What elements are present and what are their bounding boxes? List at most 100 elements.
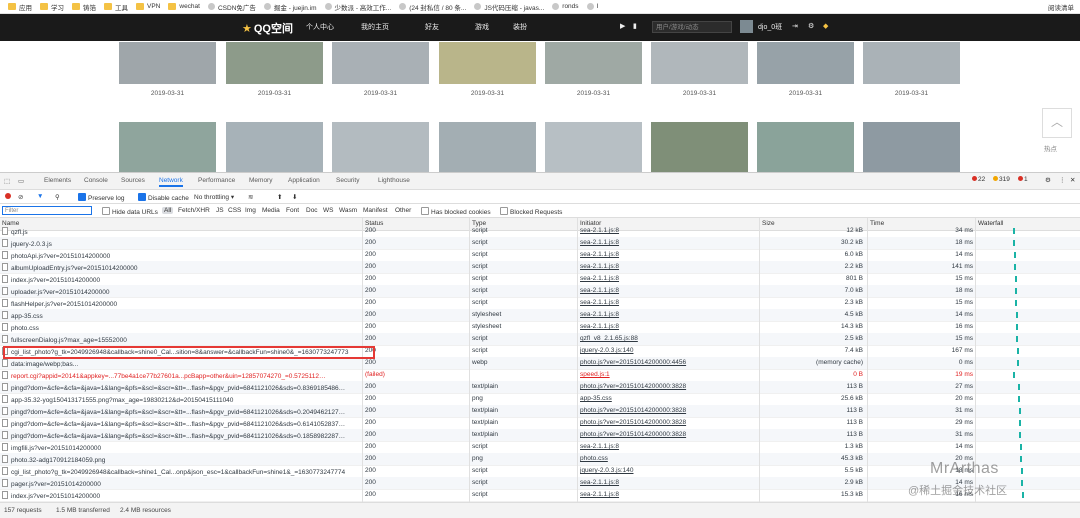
bookmark-item[interactable]: 工具 [104, 2, 128, 12]
settings-gear-icon[interactable]: ⚙ [1045, 176, 1051, 184]
bookmark-item[interactable]: 铸箔 [72, 2, 96, 12]
request-name[interactable]: pingd?dom=&cfe=&cfa=&java=1&lang=&pfs=&s… [2, 419, 360, 428]
request-name[interactable]: data:image/webp;bas... [2, 359, 360, 368]
request-name[interactable]: pingd?dom=&cfe=&cfa=&java=1&lang=&pfs=&s… [2, 407, 360, 416]
filter-type-js[interactable]: JS [216, 207, 224, 214]
photo-thumbnail[interactable] [119, 122, 216, 172]
request-name[interactable]: app-35.32-yog150413171555.png?max_age=19… [2, 395, 360, 404]
tab-memory[interactable]: Memory [249, 177, 272, 184]
tab-performance[interactable]: Performance [198, 177, 235, 184]
request-name[interactable]: imgfili.js?ver=20151014200000 [2, 443, 360, 452]
photo-thumbnail[interactable] [545, 42, 642, 84]
photo-thumbnail[interactable] [226, 42, 323, 84]
request-initiator[interactable]: jquery-2.0.3.js:140 [580, 467, 755, 474]
scroll-top-button[interactable]: ︿ [1042, 108, 1072, 138]
preserve-log-checkbox[interactable]: Preserve log [78, 193, 125, 202]
request-initiator[interactable]: photo.js?ver=20151014200000:4456 [580, 359, 755, 366]
request-initiator[interactable]: app-35.css [580, 395, 755, 402]
bookmark-item[interactable]: ronds [552, 3, 579, 10]
tab-elements[interactable]: Elements [44, 177, 71, 184]
nav-item-profile[interactable]: 个人中心 [306, 22, 334, 32]
site-logo[interactable]: ★ QQ空间 [242, 20, 293, 36]
site-search-input[interactable]: 用户/游戏/动态 [652, 21, 732, 33]
request-initiator[interactable]: sea-2.1.1.js:8 [580, 323, 755, 330]
filter-type-xhr[interactable]: Fetch/XHR [178, 207, 210, 214]
request-initiator[interactable]: sea-2.1.1.js:8 [580, 287, 755, 294]
disable-cache-checkbox[interactable]: Disable cache [138, 193, 189, 202]
tab-network[interactable]: Network [159, 177, 183, 187]
filter-type-font[interactable]: Font [286, 207, 299, 214]
bookmark-item[interactable]: (24 封私信 / 80 条... [399, 2, 466, 12]
photo-thumbnail[interactable] [757, 122, 854, 172]
request-initiator[interactable]: speed.js:1 [580, 371, 755, 378]
filter-icon[interactable]: ▼ [37, 193, 43, 200]
upload-icon[interactable]: ⬆ [277, 193, 282, 201]
tab-security[interactable]: Security [336, 177, 359, 184]
request-name[interactable]: flashHelper.js?ver=20151014200000 [2, 299, 360, 308]
bookmark-item[interactable]: I [586, 3, 598, 10]
request-initiator[interactable]: sea-2.1.1.js:8 [580, 311, 755, 318]
bookmark-item[interactable]: JS代码压缩 - javas... [474, 2, 544, 12]
blocked-requests-checkbox[interactable]: Blocked Requests [500, 207, 562, 216]
photo-thumbnail[interactable] [226, 122, 323, 172]
request-initiator[interactable]: sea-2.1.1.js:8 [580, 251, 755, 258]
download-icon[interactable]: ⬇ [292, 193, 297, 201]
chart-icon[interactable]: ▮ [633, 22, 637, 30]
play-icon[interactable]: ▶ [620, 22, 625, 30]
tab-console[interactable]: Console [84, 177, 108, 184]
request-initiator[interactable]: sea-2.1.1.js:8 [580, 263, 755, 270]
photo-thumbnail[interactable] [439, 122, 536, 172]
bookmark-item[interactable]: wechat [168, 3, 200, 10]
photo-thumbnail[interactable] [119, 42, 216, 84]
filter-type-wasm[interactable]: Wasm [339, 207, 357, 214]
tab-sources[interactable]: Sources [121, 177, 145, 184]
request-name[interactable]: pingd?dom=&cfe=&cfa=&java=1&lang=&pfs=&s… [2, 431, 360, 440]
filter-type-img[interactable]: Img [245, 207, 256, 214]
bookmark-item[interactable]: 学习 [40, 2, 64, 12]
bookmark-item[interactable]: 掘金 - juejin.im [263, 2, 317, 12]
nav-item-decorate[interactable]: 装扮 [513, 22, 527, 32]
request-initiator[interactable]: sea-2.1.1.js:8 [580, 239, 755, 246]
username[interactable]: djo_0班 [758, 22, 782, 32]
inspect-icon[interactable]: ⬚ [4, 177, 10, 185]
request-name[interactable]: photo.32-adg170912184059.png [2, 455, 360, 464]
photo-thumbnail[interactable] [651, 42, 748, 84]
nav-item-games[interactable]: 游戏 [475, 22, 489, 32]
request-name[interactable]: app-35.css [2, 311, 360, 320]
request-name[interactable]: cgi_list_photo?g_tk=2049926948&callback=… [2, 467, 360, 476]
filter-type-all[interactable]: All [162, 207, 174, 214]
request-name[interactable]: photo.css [2, 323, 360, 332]
photo-thumbnail[interactable] [545, 122, 642, 172]
request-name[interactable]: index.js?ver=20151014200000 [2, 491, 360, 500]
request-initiator[interactable]: photo.js?ver=20151014200000:3828 [580, 383, 755, 390]
search-icon[interactable]: ⚲ [55, 193, 60, 201]
bookmark-item[interactable]: 少数派 - 高效工作... [324, 2, 391, 12]
photo-thumbnail[interactable] [332, 42, 429, 84]
filter-type-media[interactable]: Media [262, 207, 280, 214]
hot-label[interactable]: 热点 [1044, 143, 1057, 153]
photo-thumbnail[interactable] [332, 122, 429, 172]
reading-list-item[interactable]: 阅读清单 [1048, 2, 1074, 12]
filter-input[interactable]: Filter [2, 206, 92, 215]
request-name[interactable]: qzfl.js [2, 227, 360, 236]
request-initiator[interactable]: qzfl_v8_2.1.65.js:88 [580, 335, 755, 342]
request-name[interactable]: index.js?ver=20151014200000 [2, 275, 360, 284]
issues-count-badge[interactable]: 1 [1018, 176, 1028, 183]
photo-thumbnail[interactable] [439, 42, 536, 84]
request-name[interactable]: uploader.js?ver=20151014200000 [2, 287, 360, 296]
hide-data-urls-checkbox[interactable]: Hide data URLs [102, 207, 158, 216]
request-name[interactable]: pingd?dom=&cfe=&cfa=&java=1&lang=&pfs=&s… [2, 383, 360, 392]
request-name[interactable]: pager.js?ver=20151014200000 [2, 479, 360, 488]
clear-icon[interactable]: ⊘ [18, 193, 23, 201]
request-initiator[interactable]: sea-2.1.1.js:8 [580, 299, 755, 306]
device-icon[interactable]: ▭ [18, 177, 24, 185]
request-initiator[interactable]: sea-2.1.1.js:8 [580, 491, 755, 498]
nav-item-friends[interactable]: 好友 [425, 22, 439, 32]
request-name[interactable]: report.cgi?appid=20141&appkey=...77be4a1… [2, 371, 360, 380]
request-initiator[interactable]: sea-2.1.1.js:8 [580, 275, 755, 282]
more-options-icon[interactable]: ⋮ [1059, 176, 1066, 184]
warning-count-badge[interactable]: 319 [993, 176, 1010, 183]
filter-type-manifest[interactable]: Manifest [363, 207, 388, 214]
logout-icon[interactable]: ⇥ [792, 22, 798, 30]
record-icon[interactable] [5, 193, 11, 199]
